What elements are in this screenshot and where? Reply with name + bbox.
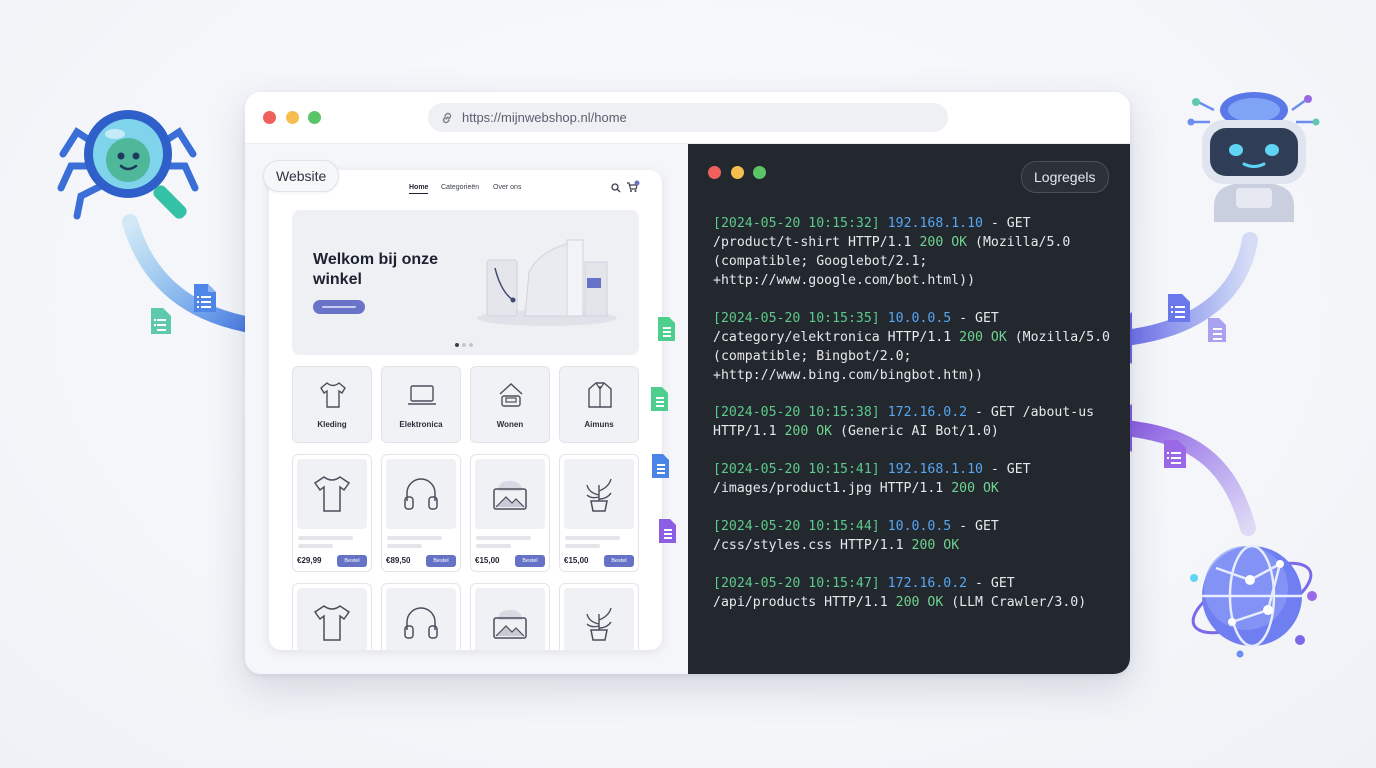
tshirt-icon (320, 382, 346, 408)
website-pane: Home Categorieën Over ons Welkom bij onz… (245, 144, 688, 674)
product-card[interactable]: €89,50 Bestel (381, 454, 461, 572)
hero-banner: Welkom bij onze winkel (292, 210, 639, 355)
product-card[interactable] (470, 583, 550, 650)
website-label: Website (263, 160, 340, 192)
log-pane: Logregels [2024-05-20 10:15:32] 192.168.… (688, 144, 1130, 674)
carousel-dot-active[interactable] (455, 343, 459, 347)
log-label: Logregels (1021, 161, 1109, 193)
terminal-minimize-button[interactable] (731, 166, 744, 179)
search-icon[interactable] (611, 183, 621, 193)
category-aimuns[interactable]: Aimuns (559, 366, 639, 443)
product-card[interactable]: €15,00 Bestel (470, 454, 550, 572)
link-icon (442, 112, 452, 124)
headphones-icon (404, 478, 438, 510)
plant-icon (586, 478, 612, 512)
product-card[interactable] (559, 583, 639, 650)
log-entry: [2024-05-20 10:15:35] 10.0.0.5 - GET /ca… (713, 311, 1118, 383)
terminal-maximize-button[interactable] (753, 166, 766, 179)
document-icon (151, 308, 171, 334)
order-button[interactable]: Bestel (426, 555, 456, 567)
product-card[interactable] (381, 583, 461, 650)
document-icon (194, 284, 216, 312)
log-entry: [2024-05-20 10:15:47] 172.16.0.2 - GET /… (713, 576, 1087, 610)
jacket-icon (588, 382, 612, 408)
browser-toolbar: https://mijnwebshop.nl/home (245, 92, 1130, 144)
hero-title: Welkom bij onze winkel (313, 251, 439, 288)
nav-about[interactable]: Over ons (493, 184, 521, 191)
log-entry: [2024-05-20 10:15:44] 10.0.0.5 - GET /cs… (713, 519, 1007, 553)
order-button[interactable]: Bestel (515, 555, 545, 567)
product-card[interactable]: €29,99 Bestel (292, 454, 372, 572)
order-button[interactable]: Bestel (337, 555, 367, 567)
hero-button[interactable] (313, 300, 365, 314)
website-preview: Home Categorieën Over ons Welkom bij onz… (269, 170, 662, 650)
address-bar[interactable]: https://mijnwebshop.nl/home (428, 103, 948, 132)
log-entry: [2024-05-20 10:15:41] 192.168.1.10 - GET… (713, 462, 1039, 496)
log-entry: [2024-05-20 10:15:32] 192.168.1.10 - GET… (713, 216, 1079, 288)
sofa-icon (499, 383, 523, 407)
order-button[interactable]: Bestel (604, 555, 634, 567)
tshirt-icon (313, 476, 351, 512)
ai-robot-icon (1187, 92, 1320, 222)
log-entry: [2024-05-20 10:15:38] 172.16.0.2 - GET /… (713, 405, 1103, 439)
category-wonen[interactable]: Wonen (470, 366, 550, 443)
spider-magnifier-icon (57, 110, 199, 220)
close-button[interactable] (263, 111, 276, 124)
product-card[interactable]: €15,00 Bestel (559, 454, 639, 572)
category-elektronica[interactable]: Elektronica (381, 366, 461, 443)
category-kleding[interactable]: Kleding (292, 366, 372, 443)
plant-icon (586, 607, 612, 641)
document-icon (651, 387, 668, 411)
carousel-dot[interactable] (469, 343, 473, 347)
nav-home[interactable]: Home (409, 184, 429, 194)
url-text: https://mijnwebshop.nl/home (462, 110, 627, 125)
nav-categories[interactable]: Categorieën (441, 184, 479, 191)
terminal-close-button[interactable] (708, 166, 721, 179)
headphones-icon (404, 607, 438, 639)
document-icon (658, 317, 675, 341)
image-placeholder-icon (493, 610, 527, 639)
document-icon (659, 519, 676, 543)
globe-network-icon (1190, 544, 1317, 658)
product-card[interactable] (292, 583, 372, 650)
maximize-button[interactable] (308, 111, 321, 124)
document-icon (1208, 318, 1226, 342)
image-placeholder-icon (493, 481, 527, 510)
document-icon (1168, 294, 1190, 322)
minimize-button[interactable] (286, 111, 299, 124)
document-icon (652, 454, 669, 478)
cart-icon[interactable] (626, 180, 640, 194)
document-icon (1164, 440, 1186, 468)
hero-illustration (477, 239, 617, 326)
laptop-icon (408, 385, 436, 405)
tshirt-icon (313, 605, 351, 641)
browser-window: https://mijnwebshop.nl/home Home Categor… (245, 92, 1130, 674)
carousel-dot[interactable] (462, 343, 466, 347)
